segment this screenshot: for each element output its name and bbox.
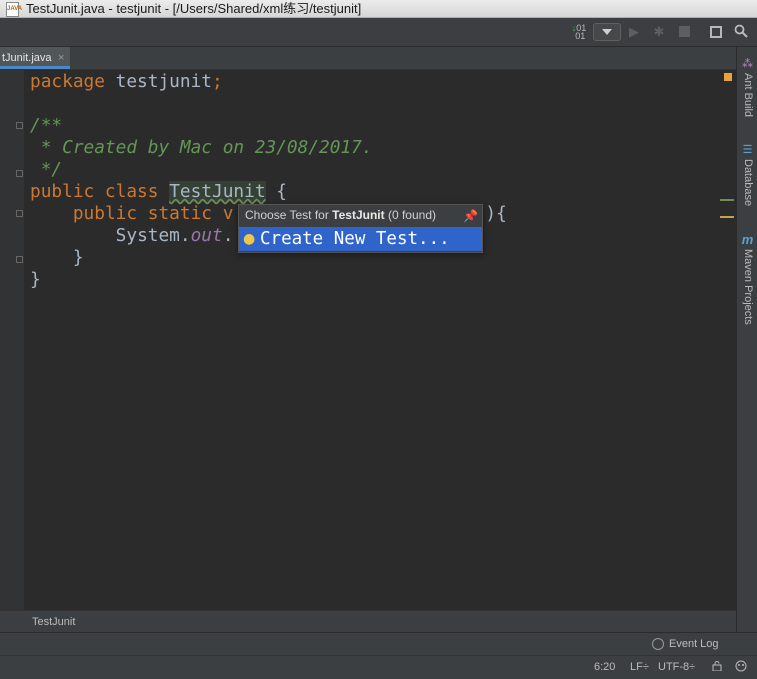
popup-header: Choose Test for TestJunit (0 found) 📌 — [239, 205, 482, 227]
lightbulb-icon: ● — [243, 231, 256, 247]
right-tool-window-bar: ⁂ Ant Build ☰ Database m Maven Projects — [736, 47, 757, 632]
pin-icon[interactable]: 📌 — [463, 206, 478, 226]
code-line-4: * Created by Mac on 23/08/2017. — [30, 137, 373, 158]
database-icon: ☰ — [742, 144, 753, 156]
fold-marker-icon[interactable] — [16, 256, 23, 263]
code-editor[interactable]: package testjunit; /** * Created by Mac … — [24, 70, 720, 610]
fold-marker-icon[interactable] — [16, 210, 23, 217]
inspector-icon[interactable] — [735, 656, 747, 678]
project-structure-icon[interactable] — [708, 24, 724, 40]
code-line-3: /** — [30, 115, 63, 136]
chevron-down-icon — [602, 29, 612, 35]
choose-test-popup: Choose Test for TestJunit (0 found) 📌 ● … — [238, 204, 483, 253]
sort-icon[interactable]: ↓01 01 — [570, 24, 588, 41]
breadcrumb-item[interactable]: TestJunit — [32, 611, 75, 633]
fold-marker-icon[interactable] — [16, 122, 23, 129]
code-line-10: } — [30, 269, 41, 290]
code-line-5: */ — [30, 159, 63, 180]
editor-gutter — [0, 70, 24, 610]
caret-position[interactable]: 6:20 — [594, 656, 615, 678]
breadcrumb: TestJunit — [0, 610, 736, 633]
main-toolbar: ↓01 01 ▶ ✱ — [0, 18, 757, 47]
search-icon[interactable] — [733, 24, 749, 40]
event-log-button[interactable]: Event Log — [652, 636, 719, 652]
code-line-1: package testjunit; — [30, 71, 223, 92]
run-icon[interactable]: ▶ — [627, 24, 641, 40]
lock-icon[interactable] — [712, 656, 722, 678]
code-line-8: System.out. — [115, 225, 234, 246]
ant-icon: ⁂ — [742, 58, 753, 70]
tab-testjunit-java[interactable]: tJunit.java × — [0, 47, 70, 69]
class-name: TestJunit — [169, 181, 266, 202]
line-separator[interactable]: LF÷ — [630, 656, 649, 678]
stop-icon[interactable] — [677, 24, 691, 40]
error-stripe[interactable] — [720, 70, 736, 610]
create-new-test-item[interactable]: ● Create New Test... — [239, 227, 482, 251]
editor-tab-bar: tJunit.java × — [0, 47, 736, 70]
java-file-icon: JAVA — [6, 2, 22, 17]
tool-maven-projects[interactable]: m Maven Projects — [737, 233, 757, 343]
bottom-tool-bar: Event Log — [0, 632, 757, 655]
tool-ant-build[interactable]: ⁂ Ant Build — [737, 57, 757, 127]
stripe-mark[interactable] — [720, 216, 734, 218]
run-config-dropdown[interactable] — [593, 23, 621, 41]
status-bar: 6:20 LF÷ UTF-8÷ — [0, 655, 757, 679]
window-title-bar: JAVA TestJunit.java - testjunit - [/User… — [0, 0, 757, 18]
active-tab-indicator — [0, 66, 70, 69]
tool-database[interactable]: ☰ Database — [737, 143, 757, 213]
code-line-6: public class TestJunit { — [30, 181, 287, 202]
stripe-mark[interactable] — [720, 199, 734, 201]
debug-icon[interactable]: ✱ — [651, 24, 667, 40]
warning-indicator-icon[interactable] — [724, 73, 732, 81]
maven-icon: m — [741, 232, 754, 247]
speech-bubble-icon — [652, 638, 664, 650]
file-encoding[interactable]: UTF-8÷ — [658, 656, 695, 678]
code-line-9: } — [72, 247, 84, 268]
fold-marker-icon[interactable] — [16, 170, 23, 177]
window-title: TestJunit.java - testjunit - [/Users/Sha… — [26, 1, 362, 16]
